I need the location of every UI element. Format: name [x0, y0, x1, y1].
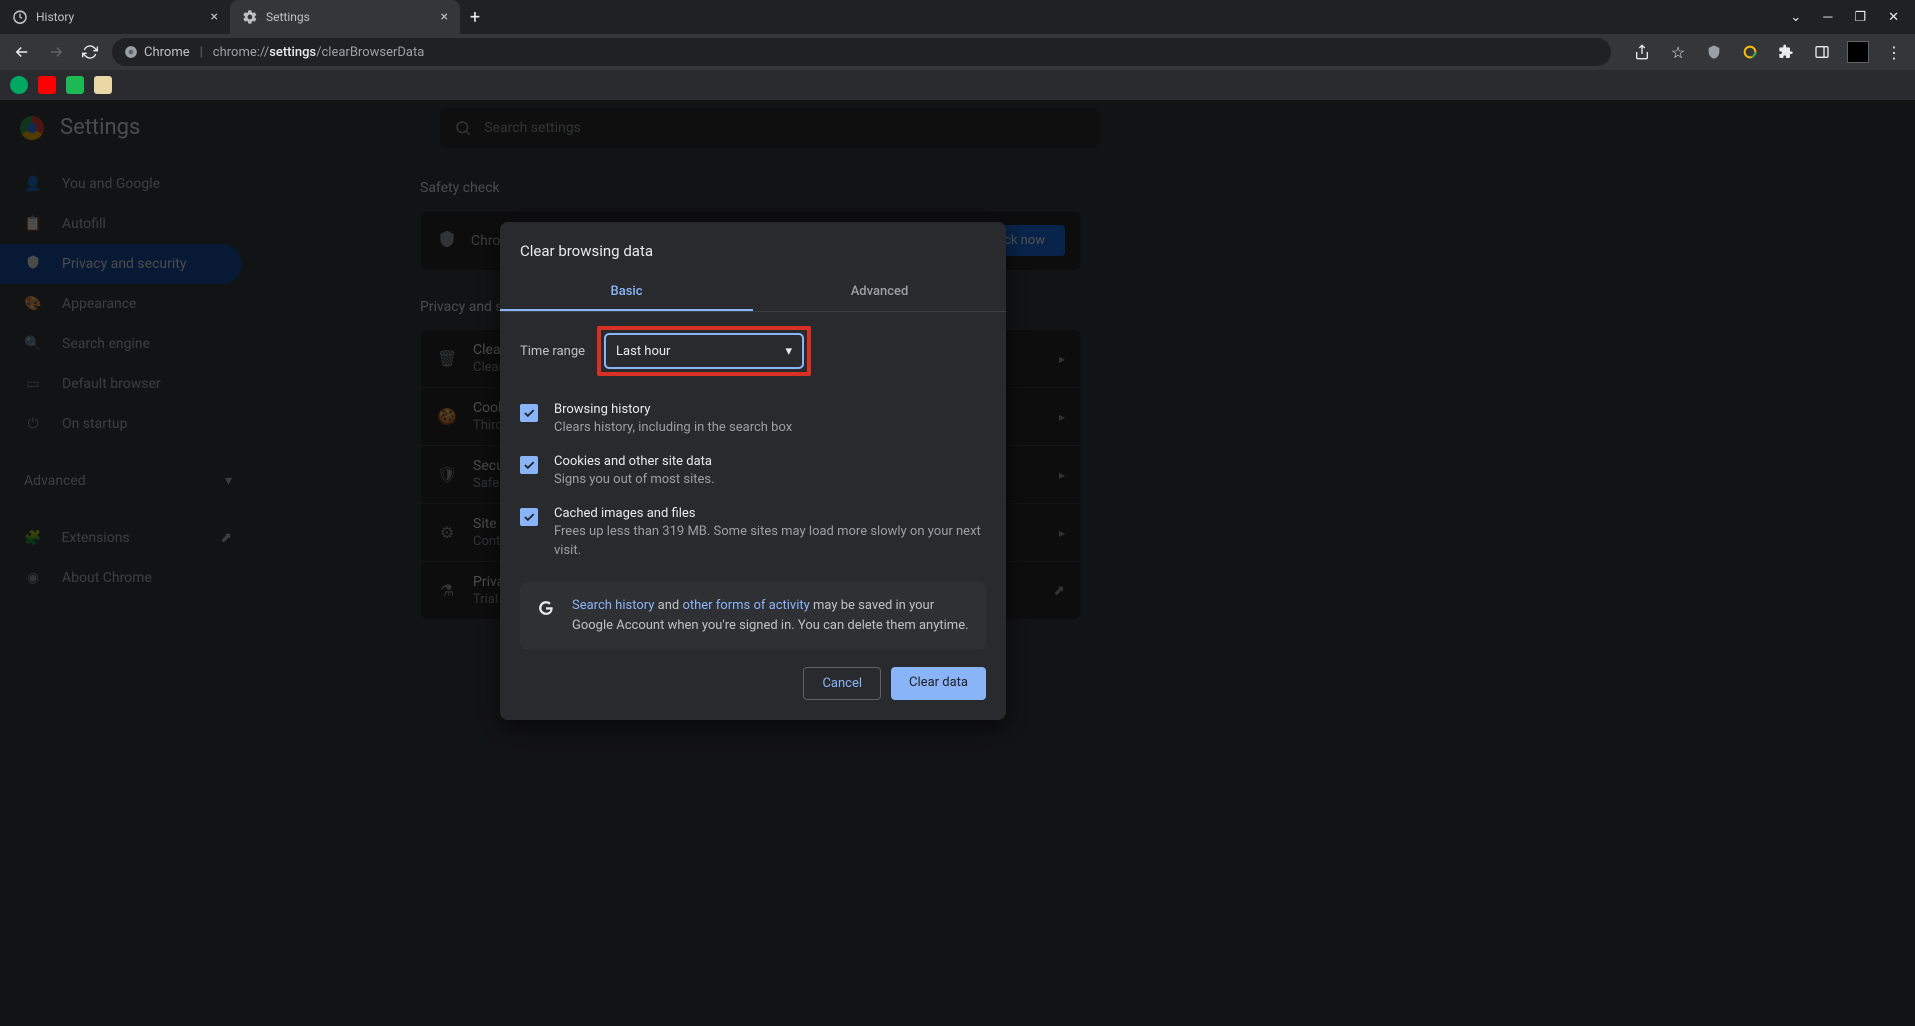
bookmark-icon[interactable] — [66, 76, 84, 94]
checkbox-checked[interactable] — [520, 456, 538, 474]
separator: | — [200, 45, 203, 60]
dialog-tabs: Basic Advanced — [500, 274, 1006, 312]
maximize-icon[interactable]: ❐ — [1854, 10, 1866, 25]
tab-settings-label: Settings — [266, 10, 310, 24]
search-history-link[interactable]: Search history — [572, 598, 654, 613]
clear-data-button[interactable]: Clear data — [891, 667, 986, 700]
extension-icon[interactable] — [1739, 41, 1761, 63]
dialog-body: Time range Last hour ▾ Browsing historyC… — [500, 312, 1006, 720]
tab-search-icon[interactable]: ⌄ — [1790, 10, 1801, 25]
clear-browsing-data-dialog: Clear browsing data Basic Advanced Time … — [500, 222, 1006, 720]
other-activity-link[interactable]: other forms of activity — [682, 598, 809, 613]
option-cookies[interactable]: Cookies and other site dataSigns you out… — [520, 446, 986, 498]
close-icon[interactable]: × — [211, 9, 218, 25]
tab-history[interactable]: History × — [0, 0, 230, 34]
bookmark-icon[interactable] — [94, 76, 112, 94]
time-range-dropdown[interactable]: Last hour ▾ — [605, 334, 803, 368]
shield-extension-icon[interactable] — [1703, 41, 1725, 63]
dialog-buttons: Cancel Clear data — [520, 667, 986, 700]
chevron-down-icon: ▾ — [786, 344, 793, 359]
history-icon — [12, 9, 28, 25]
site-info-icon[interactable]: Chrome — [124, 45, 190, 60]
google-info-text: Search history and other forms of activi… — [572, 596, 970, 635]
bookmarks-bar — [0, 70, 1915, 100]
toolbar-right-icons: ☆ ⋮ — [1621, 41, 1905, 63]
reload-button[interactable] — [78, 40, 102, 64]
window-controls: ⌄ ─ ❐ ✕ — [1774, 0, 1915, 34]
extensions-puzzle-icon[interactable] — [1775, 41, 1797, 63]
address-bar[interactable]: Chrome | chrome://settings/clearBrowserD… — [112, 38, 1611, 66]
tab-basic[interactable]: Basic — [500, 274, 753, 311]
close-icon[interactable]: × — [441, 9, 448, 25]
tab-history-label: History — [36, 10, 74, 24]
dialog-title: Clear browsing data — [500, 242, 1006, 274]
new-tab-button[interactable]: + — [460, 0, 490, 34]
option-cached[interactable]: Cached images and filesFrees up less tha… — [520, 498, 986, 569]
url-text: chrome://settings/clearBrowserData — [213, 45, 425, 60]
cancel-button[interactable]: Cancel — [803, 667, 881, 700]
toolbar: Chrome | chrome://settings/clearBrowserD… — [0, 34, 1915, 70]
bookmark-star-icon[interactable]: ☆ — [1667, 41, 1689, 63]
annotation-highlight: Last hour ▾ — [597, 326, 811, 376]
gear-icon — [242, 9, 258, 25]
close-icon[interactable]: ✕ — [1888, 10, 1899, 25]
profile-avatar[interactable] — [1847, 41, 1869, 63]
forward-button[interactable] — [44, 40, 68, 64]
bookmark-icon[interactable] — [10, 76, 28, 94]
minimize-icon[interactable]: ─ — [1823, 9, 1832, 25]
time-range-label: Time range — [520, 344, 585, 359]
kebab-menu-icon[interactable]: ⋮ — [1883, 41, 1905, 63]
share-icon[interactable] — [1631, 41, 1653, 63]
checkbox-checked[interactable] — [520, 404, 538, 422]
back-button[interactable] — [10, 40, 34, 64]
bookmark-icon[interactable] — [38, 76, 56, 94]
browser-titlebar: History × Settings × + ⌄ ─ ❐ ✕ — [0, 0, 1915, 34]
option-browsing-history[interactable]: Browsing historyClears history, includin… — [520, 394, 986, 446]
google-icon — [536, 598, 556, 635]
checkbox-checked[interactable] — [520, 508, 538, 526]
tab-settings[interactable]: Settings × — [230, 0, 460, 34]
google-info-box: Search history and other forms of activi… — [520, 582, 986, 649]
sidepanel-icon[interactable] — [1811, 41, 1833, 63]
tab-advanced[interactable]: Advanced — [753, 274, 1006, 311]
time-range-row: Time range Last hour ▾ — [520, 326, 986, 376]
